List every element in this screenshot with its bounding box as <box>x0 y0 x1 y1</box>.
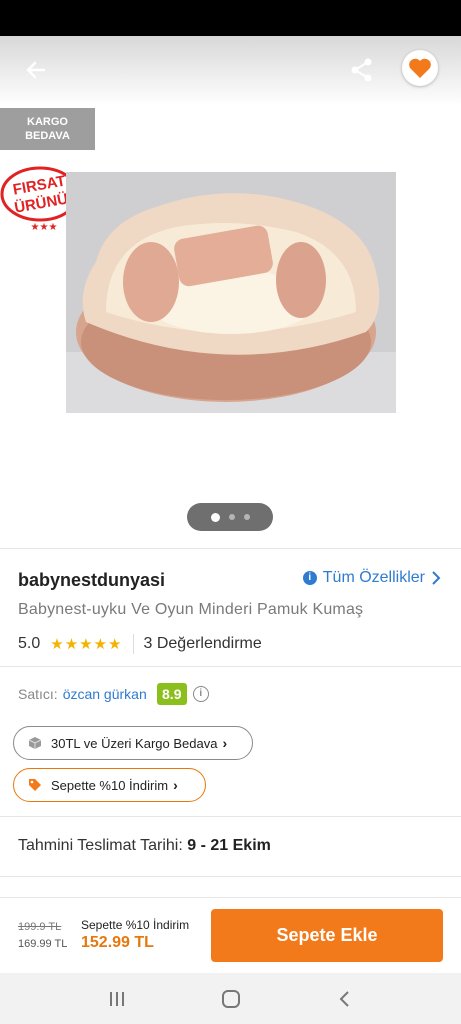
seller-name[interactable]: özcan gürkan <box>63 686 147 702</box>
seller-row: Satıcı: özcan gürkan 8.9 i <box>18 683 209 705</box>
tag-icon <box>28 778 42 792</box>
header-gradient <box>0 36 461 106</box>
favorite-button[interactable] <box>402 50 438 86</box>
pager-dot[interactable] <box>210 512 220 522</box>
back-button[interactable] <box>20 54 52 86</box>
heart-icon <box>409 58 431 78</box>
brand-name[interactable]: babynestdunyasi <box>18 570 165 591</box>
divider <box>0 548 461 549</box>
add-to-cart-button[interactable]: Sepete Ekle <box>211 909 443 962</box>
divider <box>0 666 461 667</box>
all-features-label: Tüm Özellikler <box>322 569 425 586</box>
delivery-estimate: Tahmini Teslimat Tarihi: 9 - 21 Ekim <box>18 837 271 855</box>
status-bar <box>0 0 461 36</box>
chip-label: 30TL ve Üzeri Kargo Bedava <box>51 735 218 751</box>
seller-score-badge: 8.9 <box>156 683 187 705</box>
sticker-stars: ★★★ <box>31 222 58 233</box>
share-icon <box>351 58 372 82</box>
chevron-right-icon <box>432 571 441 585</box>
box-icon <box>28 736 42 750</box>
chip-label: Sepette %10 İndirim <box>51 777 169 793</box>
pager-dot[interactable] <box>228 514 235 520</box>
divider <box>0 876 461 877</box>
product-gallery[interactable]: KARGO BEDAVA FIRSAT ÜRÜNÜ ★★★ <box>0 36 461 548</box>
purchase-bar: 199.9 TL 169.99 TL Sepette %10 İndirim 1… <box>0 897 461 973</box>
divider <box>132 634 134 654</box>
system-nav-bar <box>0 973 461 1024</box>
free-shipping-badge: KARGO BEDAVA <box>0 108 95 150</box>
share-button[interactable] <box>346 54 378 86</box>
free-shipping-chip[interactable]: 30TL ve Üzeri Kargo Bedava › <box>13 726 253 760</box>
delivery-dates: 9 - 21 Ekim <box>187 837 271 854</box>
discount-chip[interactable]: Sepette %10 İndirim › <box>13 768 206 802</box>
seller-label: Satıcı: <box>18 686 58 702</box>
pager-dot[interactable] <box>243 514 250 520</box>
rating-value: 5.0 <box>18 635 41 652</box>
rating-row[interactable]: 5.0 ★★★★★ 3 Değerlendirme <box>18 634 262 654</box>
promo-label: Sepette %10 İndirim <box>81 918 190 932</box>
original-price: 199.9 TL <box>18 921 62 933</box>
back-nav-icon[interactable] <box>335 989 355 1009</box>
star-rating-icon: ★★★★★ <box>50 636 123 653</box>
product-image <box>66 172 396 413</box>
delivery-label: Tahmini Teslimat Tarihi: <box>18 837 183 854</box>
previous-price: 169.99 TL <box>18 938 68 950</box>
home-icon[interactable] <box>220 988 242 1010</box>
badge-line: BEDAVA <box>25 130 70 142</box>
product-title: Babynest-uyku Ve Oyun Minderi Pamuk Kuma… <box>18 601 364 618</box>
all-features-link[interactable]: i Tüm Özellikler <box>302 569 441 587</box>
badge-line: KARGO <box>27 116 68 128</box>
arrow-left-icon <box>26 61 46 79</box>
final-price: 152.99 TL <box>81 934 154 951</box>
review-count[interactable]: 3 Değerlendirme <box>144 635 262 653</box>
chevron-right-icon: › <box>173 777 178 793</box>
divider <box>0 816 461 817</box>
chevron-right-icon: › <box>222 735 228 751</box>
info-icon[interactable]: i <box>192 686 209 702</box>
info-icon: i <box>302 571 317 585</box>
image-pager[interactable] <box>187 503 273 531</box>
recent-apps-icon[interactable] <box>107 989 127 1009</box>
